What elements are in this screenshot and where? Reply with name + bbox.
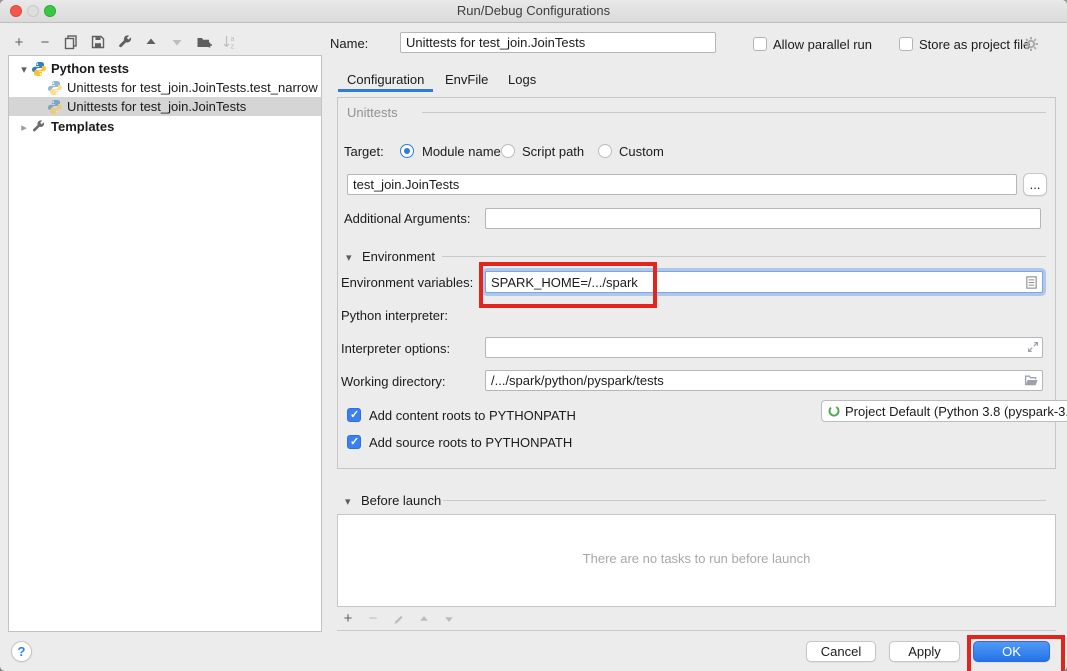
run-debug-configurations-dialog: Run/Debug Configurations + − az Python t… bbox=[0, 0, 1067, 671]
radio-module-name-label[interactable]: Module name bbox=[422, 144, 501, 159]
python-icon bbox=[31, 61, 47, 77]
additional-arguments-label: Additional Arguments: bbox=[344, 211, 470, 226]
radio-custom[interactable] bbox=[598, 144, 612, 158]
before-launch-empty-message: There are no tasks to run before launch bbox=[338, 551, 1055, 566]
active-tab-underline bbox=[338, 89, 433, 92]
name-input[interactable] bbox=[400, 32, 716, 53]
python-test-icon bbox=[47, 99, 63, 115]
conda-env-icon bbox=[827, 404, 841, 418]
environment-section-label[interactable]: Environment bbox=[362, 249, 435, 264]
remove-configuration-icon[interactable]: − bbox=[36, 33, 54, 51]
chevron-down-icon[interactable] bbox=[17, 61, 31, 76]
interpreter-options-label: Interpreter options: bbox=[341, 341, 450, 356]
apply-button[interactable]: Apply bbox=[889, 641, 960, 662]
gear-icon[interactable] bbox=[1023, 36, 1039, 52]
window-title: Run/Debug Configurations bbox=[0, 3, 1067, 18]
svg-text:z: z bbox=[231, 44, 235, 51]
svg-text:a: a bbox=[231, 36, 235, 43]
before-launch-collapse-icon[interactable] bbox=[345, 493, 351, 508]
before-launch-add-icon[interactable]: + bbox=[339, 609, 357, 627]
tree-item-templates[interactable]: Templates bbox=[9, 117, 321, 136]
environment-variables-label: Environment variables: bbox=[341, 275, 473, 290]
before-launch-move-up-icon bbox=[415, 610, 433, 628]
cancel-button[interactable]: Cancel bbox=[806, 641, 876, 662]
tree-item-python-tests[interactable]: Python tests bbox=[9, 59, 321, 78]
browse-button[interactable]: ... bbox=[1023, 173, 1047, 196]
environment-variables-input[interactable] bbox=[485, 271, 1043, 293]
radio-custom-label[interactable]: Custom bbox=[619, 144, 664, 159]
python-interpreter-label: Python interpreter: bbox=[341, 308, 448, 323]
add-source-roots-checkbox[interactable] bbox=[347, 435, 361, 449]
before-launch-edit-icon bbox=[390, 610, 408, 628]
env-variables-list-icon[interactable] bbox=[1024, 275, 1039, 290]
wrench-icon bbox=[31, 119, 47, 135]
move-down-icon bbox=[168, 33, 186, 51]
working-directory-label: Working directory: bbox=[341, 374, 446, 389]
add-content-roots-checkbox[interactable] bbox=[347, 408, 361, 422]
target-module-input[interactable] bbox=[347, 174, 1017, 195]
radio-script-path-label[interactable]: Script path bbox=[522, 144, 584, 159]
move-up-icon[interactable] bbox=[142, 33, 160, 51]
edit-templates-icon[interactable] bbox=[116, 33, 134, 51]
add-configuration-icon[interactable]: + bbox=[10, 33, 28, 51]
before-launch-move-down-icon bbox=[440, 610, 458, 628]
radio-module-name[interactable] bbox=[400, 144, 414, 158]
name-label: Name: bbox=[330, 36, 368, 51]
python-interpreter-value: Project Default (Python 3.8 (pyspark-3.8… bbox=[845, 404, 1067, 419]
tree-item-label: Unittests for test_join.JoinTests.test_n… bbox=[67, 80, 318, 95]
python-interpreter-select[interactable]: Project Default (Python 3.8 (pyspark-3.8… bbox=[821, 400, 1067, 422]
before-launch-panel: There are no tasks to run before launch bbox=[337, 514, 1056, 607]
chevron-right-icon[interactable] bbox=[17, 119, 31, 134]
add-content-roots-label[interactable]: Add content roots to PYTHONPATH bbox=[369, 408, 576, 423]
configuration-panel: Unittests Target: Module name Script pat… bbox=[337, 97, 1056, 469]
configurations-tree: Python tests Unittests for test_join.Joi… bbox=[8, 55, 322, 632]
radio-script-path[interactable] bbox=[501, 144, 515, 158]
interpreter-options-input[interactable] bbox=[485, 337, 1043, 358]
tree-item-unittests-jointests-selected[interactable]: Unittests for test_join.JoinTests bbox=[9, 97, 321, 116]
expand-field-icon[interactable] bbox=[1026, 340, 1040, 354]
environment-collapse-icon[interactable] bbox=[346, 249, 352, 264]
before-launch-remove-icon: − bbox=[364, 609, 382, 627]
before-launch-section-label[interactable]: Before launch bbox=[361, 493, 441, 508]
tree-item-label: Python tests bbox=[51, 61, 129, 76]
allow-parallel-run-label[interactable]: Allow parallel run bbox=[773, 37, 872, 52]
sort-alphabetically-icon: az bbox=[221, 33, 239, 51]
store-as-project-file-checkbox[interactable] bbox=[899, 37, 913, 51]
tab-configuration[interactable]: Configuration bbox=[347, 72, 424, 87]
tree-item-label: Unittests for test_join.JoinTests bbox=[67, 99, 246, 114]
folder-icon[interactable] bbox=[1023, 373, 1039, 388]
tab-logs[interactable]: Logs bbox=[508, 72, 536, 87]
tab-envfile[interactable]: EnvFile bbox=[445, 72, 488, 87]
allow-parallel-run-checkbox[interactable] bbox=[753, 37, 767, 51]
python-test-icon bbox=[47, 80, 63, 96]
additional-arguments-input[interactable] bbox=[485, 208, 1041, 229]
help-button[interactable]: ? bbox=[11, 641, 32, 662]
new-folder-icon[interactable] bbox=[195, 33, 213, 51]
tree-item-unittests-test-narrow[interactable]: Unittests for test_join.JoinTests.test_n… bbox=[9, 78, 321, 97]
target-label: Target: bbox=[344, 144, 384, 159]
title-bar: Run/Debug Configurations bbox=[0, 0, 1067, 23]
save-configuration-icon[interactable] bbox=[89, 33, 107, 51]
working-directory-input[interactable] bbox=[485, 370, 1043, 391]
tree-item-label: Templates bbox=[51, 119, 114, 134]
add-source-roots-label[interactable]: Add source roots to PYTHONPATH bbox=[369, 435, 572, 450]
copy-configuration-icon[interactable] bbox=[62, 33, 80, 51]
store-as-project-file-label[interactable]: Store as project file bbox=[919, 37, 1030, 52]
ok-button[interactable]: OK bbox=[973, 641, 1050, 662]
unittests-group-title: Unittests bbox=[347, 105, 398, 120]
